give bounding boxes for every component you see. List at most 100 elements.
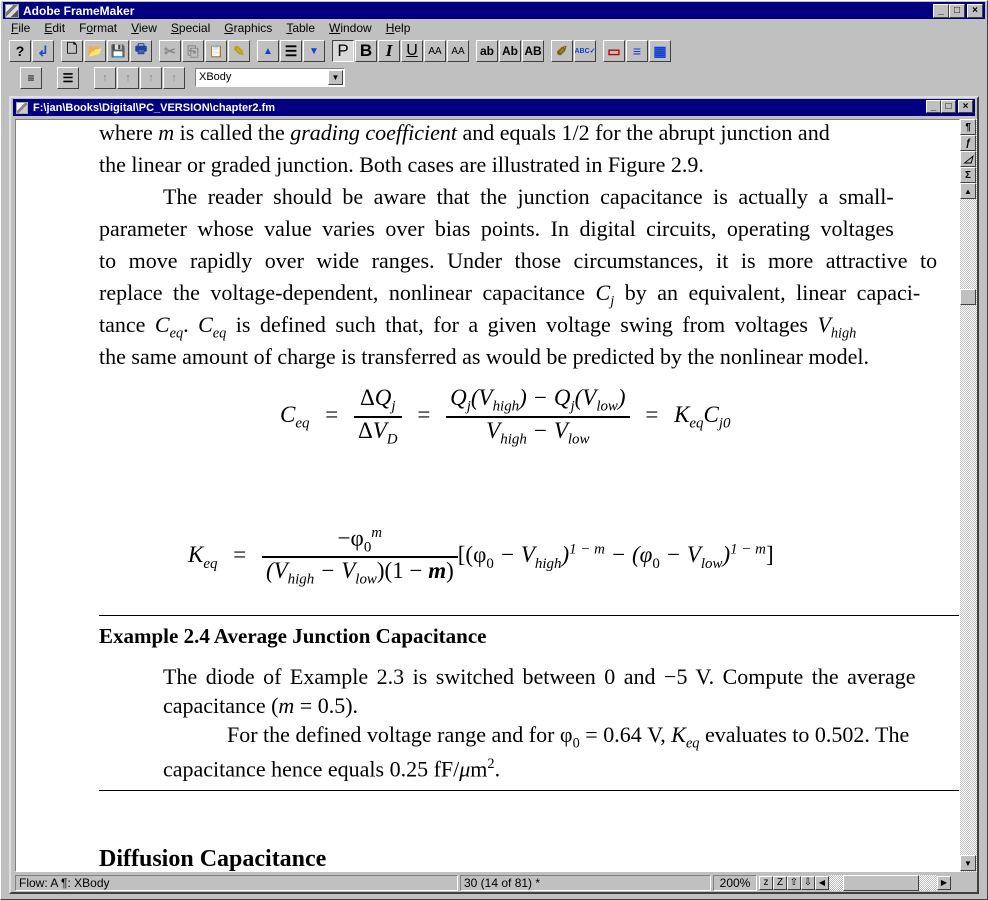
fraction: Qj(Vhigh) − Qj(Vlow) Vhigh − Vlow [446,385,630,448]
help-button[interactable]: ? [9,40,31,62]
menu-view[interactable]: View [123,20,163,38]
horizontal-scroll-thumb[interactable] [843,874,919,891]
save-button[interactable]: 💾 [107,40,129,62]
menu-format[interactable]: Format [71,20,123,38]
zoom-in-button[interactable]: Z [773,875,787,890]
main-toolbar: ? ↲ 🗋 📂 💾 🖶 ✂ ⎘ 📋 ✎ ▲ ☰ ▼ P B I U AA AA … [9,40,672,62]
text-line: parameter whose value varies over bias p… [99,216,894,241]
menu-window[interactable]: Window [321,20,378,38]
function-button[interactable]: ƒ [960,135,976,151]
italic-button[interactable]: I [378,40,400,62]
vertical-scrollbar[interactable]: ¶ ƒ ◿ Σ ▲ ▼ [960,119,977,872]
text-line: the same amount of charge is transferred… [99,344,869,369]
horizontal-scrollbar[interactable] [829,874,937,891]
plain-text-icon: P [337,41,349,60]
example-bottom-rule [99,790,959,791]
graphics-palette-button[interactable]: ◿ [960,151,976,167]
superscript-icon: AA [428,45,442,57]
copy-button[interactable]: ⎘ [182,40,204,62]
doc-minimize-button[interactable]: _ [926,100,941,113]
print-button[interactable]: 🖶 [130,40,152,62]
subscript-button[interactable]: AA [447,40,469,62]
align-left-button[interactable]: ≡ [20,67,42,89]
status-bar: Flow: A ¶: XBody 30 (14 of 81) * 200% z … [15,874,977,891]
table-button[interactable]: ▦ [649,40,671,62]
text-line: replace the voltage-dependent, nonlinear… [99,280,921,310]
space-up-button[interactable]: ↑ [117,67,139,89]
previous-page-button[interactable]: ⇧ [787,875,801,890]
triangle-icon: ◿ [964,153,972,165]
section-heading: Diffusion Capacitance [99,846,327,872]
footnote-icon: ≡ [632,43,642,59]
plain-button[interactable]: P [332,40,354,62]
equations-palette-button[interactable]: Σ [960,167,976,183]
cut-button[interactable]: ✂ [159,40,181,62]
scroll-up-button[interactable]: ▲ [960,183,976,199]
anchored-frame-button[interactable]: ▭ [603,40,625,62]
scissors-icon: ✂ [164,42,176,59]
zoom-out-button[interactable]: z [759,875,773,890]
menu-help[interactable]: Help [378,20,417,38]
anchored-frame-icon: ▭ [607,42,621,59]
new-button[interactable]: 🗋 [61,40,83,62]
down-arrow-icon: ▼ [964,858,972,868]
vertical-scroll-thumb[interactable] [960,289,976,305]
doc-maximize-button[interactable]: □ [941,100,956,113]
scroll-down-button[interactable]: ▼ [960,855,976,871]
text-line: where m is called the grading coefficien… [99,120,830,145]
open-button[interactable]: 📂 [84,40,106,62]
fraction: ΔQj ΔVD [353,385,402,448]
spelling-button[interactable]: ABC✓ [574,40,596,62]
minimize-button[interactable]: _ [933,4,949,18]
space-above-button[interactable]: ↑ [94,67,116,89]
footnote-button[interactable]: ≡ [626,40,648,62]
text-line: The reader should be aware that the junc… [163,184,894,209]
doc-close-button[interactable]: × [958,100,973,113]
framemaker-app-icon [5,3,19,18]
return-icon: ↲ [37,42,49,59]
zoom-in-icon: Z [776,877,784,888]
help-icon: ? [15,43,25,59]
character-format-button[interactable]: ✐ [551,40,573,62]
document-canvas[interactable]: where m is called the grading coefficien… [15,119,960,872]
titlecase-button[interactable]: Ab [499,40,521,62]
menu-graphics[interactable]: Graphics [216,20,278,38]
underline-button[interactable]: U [401,40,423,62]
bold-button[interactable]: B [355,40,377,62]
uppercase-button[interactable]: AB [522,40,544,62]
lowercase-button[interactable]: ab [476,40,498,62]
bold-icon: B [359,41,373,60]
paragraph-list-button[interactable]: ☰ [280,40,302,62]
chevron-down-icon[interactable]: ▼ [328,70,343,85]
paragraph-style-dropdown[interactable]: XBody ▼ [195,68,345,87]
justify-button[interactable]: ☰ [57,67,79,89]
example-top-rule [99,615,959,616]
menu-file[interactable]: File [3,20,36,38]
lowercase-icon: ab [479,44,494,58]
italic-icon: I [385,41,393,60]
next-page-button[interactable]: ⇩ [801,875,815,890]
page-status: 30 (14 of 81) * [460,874,711,891]
subscript-icon: AA [451,45,465,57]
zoom-level[interactable]: 200% [713,874,757,891]
menu-special[interactable]: Special [163,20,216,38]
line-spacing-button[interactable]: ↑ [163,67,185,89]
function-icon: ƒ [965,137,971,149]
paragraph-symbol-button[interactable]: ¶ [960,119,976,135]
superscript-button[interactable]: AA [424,40,446,62]
close-button[interactable]: × [967,4,983,18]
app-titlebar: Adobe FrameMaker _ □ × [3,2,985,19]
sigma-icon: Σ [964,169,971,181]
space-below-button[interactable]: ↑ [140,67,162,89]
paste-button[interactable]: 📋 [205,40,227,62]
up-arrow-icon: ▲ [964,186,972,196]
scroll-right-button[interactable]: ▶ [937,875,951,890]
menu-table[interactable]: Table [278,20,321,38]
previous-paragraph-button[interactable]: ▲ [257,40,279,62]
maximize-button[interactable]: □ [949,4,965,18]
smart-spaces-button[interactable]: ↲ [32,40,54,62]
menu-edit[interactable]: Edit [36,20,71,38]
scroll-left-button[interactable]: ◀ [815,875,829,890]
next-paragraph-button[interactable]: ▼ [303,40,325,62]
clear-button[interactable]: ✎ [228,40,250,62]
